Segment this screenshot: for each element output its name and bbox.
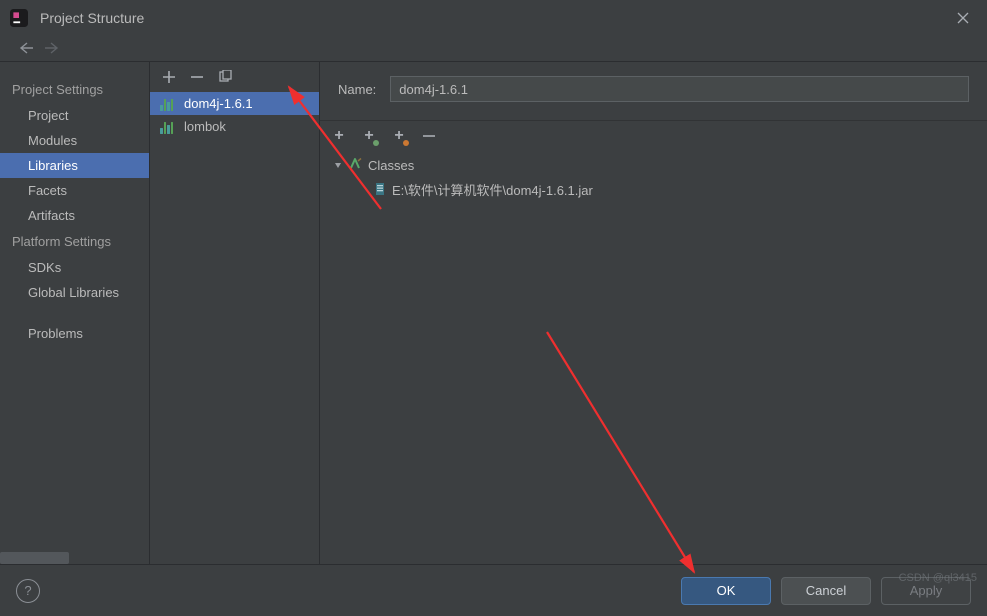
library-bars-icon [160,97,176,111]
sidebar-item-artifacts[interactable]: Artifacts [0,203,149,228]
library-name-input[interactable] [390,76,969,102]
sidebar-scrollbar-thumb[interactable] [0,552,69,564]
app-icon [10,9,28,27]
dialog-footer: ? OK Cancel Apply [0,564,987,616]
watermark: CSDN @ql3415 [899,572,977,584]
sidebar-item-facets[interactable]: Facets [0,178,149,203]
library-toolbar [150,62,319,92]
library-item-label: dom4j-1.6.1 [184,96,253,111]
ok-button[interactable]: OK [681,577,771,605]
add-icon[interactable]: + [330,127,348,145]
cancel-button[interactable]: Cancel [781,577,871,605]
close-icon[interactable] [949,4,977,32]
remove-library-icon[interactable] [190,70,204,84]
name-label: Name: [338,82,376,97]
section-header-platform-settings: Platform Settings [0,228,149,255]
library-bars-icon [160,120,176,134]
sidebar-item-sdks[interactable]: SDKs [0,255,149,280]
library-tree[interactable]: Classes E:\软件\计算机软件\dom4j-1.6.1.jar [320,151,987,201]
library-list: dom4j-1.6.1 lombok [150,92,319,564]
window-title: Project Structure [40,10,144,26]
library-item-label: lombok [184,119,226,134]
settings-sidebar: Project Settings Project Modules Librari… [0,62,150,564]
sidebar-item-project[interactable]: Project [0,103,149,128]
back-arrow-icon[interactable] [18,42,34,54]
library-detail-panel: Name: + + + Classes [320,62,987,564]
add-replace-icon[interactable]: + [360,127,378,145]
detail-toolbar: + + + [320,121,987,151]
library-list-panel: dom4j-1.6.1 lombok [150,62,320,564]
sidebar-item-libraries[interactable]: Libraries [0,153,149,178]
expanded-caret-icon[interactable] [334,161,342,169]
section-header-project-settings: Project Settings [0,76,149,103]
sidebar-item-problems[interactable]: Problems [0,321,149,346]
remove-icon[interactable] [420,127,438,145]
tree-jar-path: E:\软件\计算机软件\dom4j-1.6.1.jar [392,180,593,199]
tree-jar-item[interactable]: E:\软件\计算机软件\dom4j-1.6.1.jar [334,177,987,201]
jar-icon [374,182,386,196]
library-item-dom4j[interactable]: dom4j-1.6.1 [150,92,319,115]
sidebar-item-global-libraries[interactable]: Global Libraries [0,280,149,305]
tree-group-label: Classes [368,158,414,173]
add-url-icon[interactable]: + [390,127,408,145]
help-icon[interactable]: ? [16,579,40,603]
copy-library-icon[interactable] [218,70,232,84]
sidebar-item-modules[interactable]: Modules [0,128,149,153]
classes-icon [348,157,362,174]
library-item-lombok[interactable]: lombok [150,115,319,138]
forward-arrow-icon[interactable] [44,42,60,54]
tree-group-classes[interactable]: Classes [334,153,987,177]
add-library-icon[interactable] [162,70,176,84]
